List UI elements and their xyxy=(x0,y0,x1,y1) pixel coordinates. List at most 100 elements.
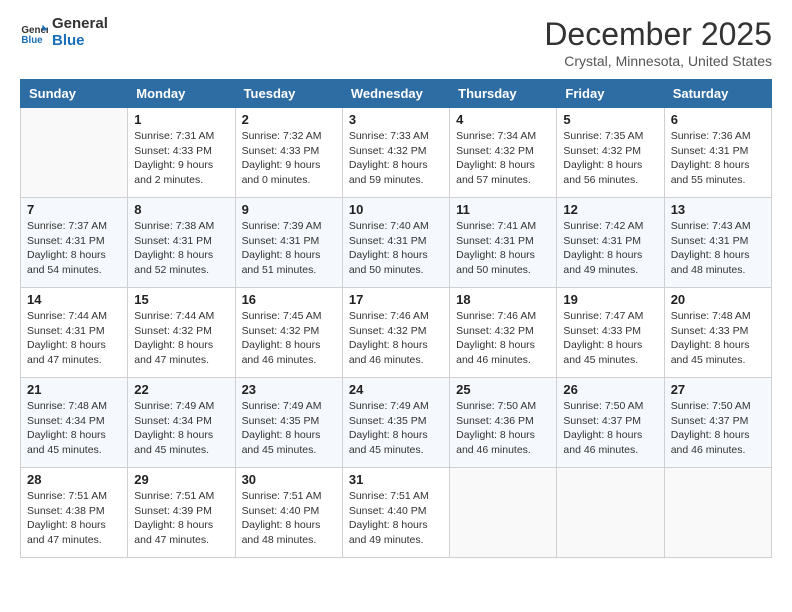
location: Crystal, Minnesota, United States xyxy=(544,53,772,69)
calendar-cell: 10 Sunrise: 7:40 AM Sunset: 4:31 PM Dayli… xyxy=(342,198,449,288)
day-number: 14 xyxy=(27,292,121,307)
day-info: Sunrise: 7:48 AM Sunset: 4:33 PM Dayligh… xyxy=(671,309,765,368)
day-number: 19 xyxy=(563,292,657,307)
day-number: 2 xyxy=(242,112,336,127)
day-info: Sunrise: 7:46 AM Sunset: 4:32 PM Dayligh… xyxy=(456,309,550,368)
day-header-saturday: Saturday xyxy=(664,80,771,108)
calendar-cell: 23Sunrise: 7:49 AM Sunset: 4:35 PM Dayli… xyxy=(235,378,342,468)
day-info: Sunrise: 7:51 AM Sunset: 4:39 PM Dayligh… xyxy=(134,489,228,548)
day-info: Sunrise: 7:44 AM Sunset: 4:32 PM Dayligh… xyxy=(134,309,228,368)
day-number: 16 xyxy=(242,292,336,307)
calendar-cell xyxy=(21,108,128,198)
day-number: 30 xyxy=(242,472,336,487)
calendar-cell: 16 Sunrise: 7:45 AM Sunset: 4:32 PM Dayli… xyxy=(235,288,342,378)
calendar-cell: 18 Sunrise: 7:46 AM Sunset: 4:32 PM Dayli… xyxy=(450,288,557,378)
logo-blue: Blue xyxy=(52,33,108,50)
calendar-cell: 6 Sunrise: 7:36 AM Sunset: 4:31 PM Daylig… xyxy=(664,108,771,198)
calendar-cell: 25 Sunrise: 7:50 AM Sunset: 4:36 PM Dayli… xyxy=(450,378,557,468)
day-info: Sunrise: 7:47 AM Sunset: 4:33 PM Dayligh… xyxy=(563,309,657,368)
calendar-cell: 21 Sunrise: 7:48 AM Sunset: 4:34 PM Dayli… xyxy=(21,378,128,468)
calendar-cell: 12 Sunrise: 7:42 AM Sunset: 4:31 PM Dayli… xyxy=(557,198,664,288)
day-number: 27 xyxy=(671,382,765,397)
day-info: Sunrise: 7:41 AM Sunset: 4:31 PM Dayligh… xyxy=(456,219,550,278)
day-info: Sunrise: 7:42 AM Sunset: 4:31 PM Dayligh… xyxy=(563,219,657,278)
calendar-cell xyxy=(450,468,557,558)
day-info: Sunrise: 7:46 AM Sunset: 4:32 PM Dayligh… xyxy=(349,309,443,368)
day-header-tuesday: Tuesday xyxy=(235,80,342,108)
header-row: SundayMondayTuesdayWednesdayThursdayFrid… xyxy=(21,80,772,108)
day-number: 4 xyxy=(456,112,550,127)
logo-general: General xyxy=(52,16,108,33)
day-info: Sunrise: 7:50 AM Sunset: 4:37 PM Dayligh… xyxy=(671,399,765,458)
day-info: Sunrise: 7:40 AM Sunset: 4:31 PM Dayligh… xyxy=(349,219,443,278)
day-number: 26 xyxy=(563,382,657,397)
day-header-thursday: Thursday xyxy=(450,80,557,108)
calendar-body: 1Sunrise: 7:31 AM Sunset: 4:33 PM Daylig… xyxy=(21,108,772,558)
calendar-cell: 27 Sunrise: 7:50 AM Sunset: 4:37 PM Dayli… xyxy=(664,378,771,468)
day-number: 17 xyxy=(349,292,443,307)
calendar-header: SundayMondayTuesdayWednesdayThursdayFrid… xyxy=(21,80,772,108)
calendar-week-1: 1Sunrise: 7:31 AM Sunset: 4:33 PM Daylig… xyxy=(21,108,772,198)
day-number: 28 xyxy=(27,472,121,487)
day-number: 31 xyxy=(349,472,443,487)
calendar-cell: 7Sunrise: 7:37 AM Sunset: 4:31 PM Daylig… xyxy=(21,198,128,288)
day-info: Sunrise: 7:50 AM Sunset: 4:36 PM Dayligh… xyxy=(456,399,550,458)
calendar-week-4: 21 Sunrise: 7:48 AM Sunset: 4:34 PM Dayli… xyxy=(21,378,772,468)
day-info: Sunrise: 7:31 AM Sunset: 4:33 PM Dayligh… xyxy=(134,129,228,188)
day-number: 22 xyxy=(134,382,228,397)
page-header: General Blue General Blue December 2025 … xyxy=(20,16,772,69)
calendar-cell: 8 Sunrise: 7:38 AM Sunset: 4:31 PM Daylig… xyxy=(128,198,235,288)
calendar-cell: 1Sunrise: 7:31 AM Sunset: 4:33 PM Daylig… xyxy=(128,108,235,198)
calendar-cell: 9Sunrise: 7:39 AM Sunset: 4:31 PM Daylig… xyxy=(235,198,342,288)
calendar-cell: 19 Sunrise: 7:47 AM Sunset: 4:33 PM Dayli… xyxy=(557,288,664,378)
logo-icon: General Blue xyxy=(20,19,48,47)
calendar-cell: 31Sunrise: 7:51 AM Sunset: 4:40 PM Dayli… xyxy=(342,468,449,558)
calendar-cell: 26Sunrise: 7:50 AM Sunset: 4:37 PM Dayli… xyxy=(557,378,664,468)
day-number: 8 xyxy=(134,202,228,217)
calendar-cell: 20 Sunrise: 7:48 AM Sunset: 4:33 PM Dayli… xyxy=(664,288,771,378)
calendar-cell: 29 Sunrise: 7:51 AM Sunset: 4:39 PM Dayli… xyxy=(128,468,235,558)
day-number: 3 xyxy=(349,112,443,127)
calendar-table: SundayMondayTuesdayWednesdayThursdayFrid… xyxy=(20,79,772,558)
day-info: Sunrise: 7:51 AM Sunset: 4:40 PM Dayligh… xyxy=(242,489,336,548)
day-info: Sunrise: 7:49 AM Sunset: 4:34 PM Dayligh… xyxy=(134,399,228,458)
day-info: Sunrise: 7:36 AM Sunset: 4:31 PM Dayligh… xyxy=(671,129,765,188)
day-info: Sunrise: 7:45 AM Sunset: 4:32 PM Dayligh… xyxy=(242,309,336,368)
day-number: 20 xyxy=(671,292,765,307)
day-number: 21 xyxy=(27,382,121,397)
calendar-cell xyxy=(664,468,771,558)
calendar-cell: 28 Sunrise: 7:51 AM Sunset: 4:38 PM Dayli… xyxy=(21,468,128,558)
calendar-week-5: 28 Sunrise: 7:51 AM Sunset: 4:38 PM Dayli… xyxy=(21,468,772,558)
day-number: 6 xyxy=(671,112,765,127)
day-info: Sunrise: 7:43 AM Sunset: 4:31 PM Dayligh… xyxy=(671,219,765,278)
calendar-cell: 17 Sunrise: 7:46 AM Sunset: 4:32 PM Dayli… xyxy=(342,288,449,378)
day-info: Sunrise: 7:51 AM Sunset: 4:38 PM Dayligh… xyxy=(27,489,121,548)
day-number: 18 xyxy=(456,292,550,307)
day-number: 25 xyxy=(456,382,550,397)
day-header-sunday: Sunday xyxy=(21,80,128,108)
day-number: 11 xyxy=(456,202,550,217)
svg-text:Blue: Blue xyxy=(21,34,43,45)
day-info: Sunrise: 7:38 AM Sunset: 4:31 PM Dayligh… xyxy=(134,219,228,278)
day-number: 10 xyxy=(349,202,443,217)
day-number: 29 xyxy=(134,472,228,487)
day-info: Sunrise: 7:49 AM Sunset: 4:35 PM Dayligh… xyxy=(242,399,336,458)
day-number: 5 xyxy=(563,112,657,127)
calendar-cell: 24Sunrise: 7:49 AM Sunset: 4:35 PM Dayli… xyxy=(342,378,449,468)
calendar-cell: 5 Sunrise: 7:35 AM Sunset: 4:32 PM Daylig… xyxy=(557,108,664,198)
day-info: Sunrise: 7:34 AM Sunset: 4:32 PM Dayligh… xyxy=(456,129,550,188)
day-info: Sunrise: 7:48 AM Sunset: 4:34 PM Dayligh… xyxy=(27,399,121,458)
day-info: Sunrise: 7:37 AM Sunset: 4:31 PM Dayligh… xyxy=(27,219,121,278)
day-info: Sunrise: 7:32 AM Sunset: 4:33 PM Dayligh… xyxy=(242,129,336,188)
logo: General Blue General Blue xyxy=(20,16,108,49)
calendar-cell xyxy=(557,468,664,558)
day-info: Sunrise: 7:35 AM Sunset: 4:32 PM Dayligh… xyxy=(563,129,657,188)
day-number: 12 xyxy=(563,202,657,217)
calendar-cell: 13Sunrise: 7:43 AM Sunset: 4:31 PM Dayli… xyxy=(664,198,771,288)
calendar-cell: 3Sunrise: 7:33 AM Sunset: 4:32 PM Daylig… xyxy=(342,108,449,198)
day-header-wednesday: Wednesday xyxy=(342,80,449,108)
calendar-cell: 14Sunrise: 7:44 AM Sunset: 4:31 PM Dayli… xyxy=(21,288,128,378)
calendar-week-2: 7Sunrise: 7:37 AM Sunset: 4:31 PM Daylig… xyxy=(21,198,772,288)
calendar-cell: 4 Sunrise: 7:34 AM Sunset: 4:32 PM Daylig… xyxy=(450,108,557,198)
month-title: December 2025 xyxy=(544,16,772,53)
